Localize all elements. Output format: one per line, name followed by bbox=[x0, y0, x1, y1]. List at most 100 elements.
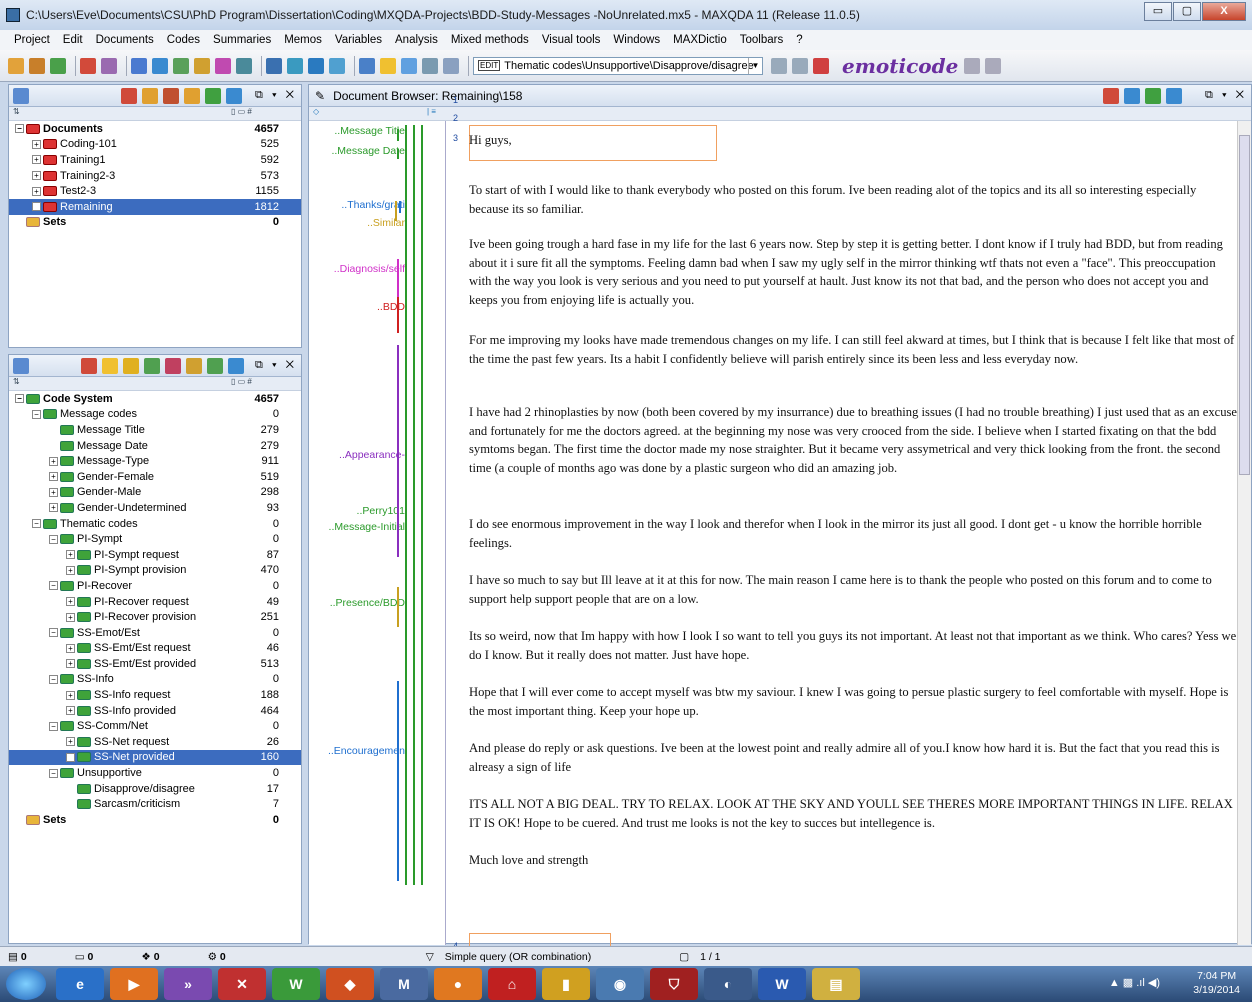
coding-stripe[interactable] bbox=[395, 201, 397, 221]
tree-item[interactable]: + PI-Sympt provision 470 bbox=[9, 563, 301, 579]
grid-icon[interactable] bbox=[266, 57, 282, 74]
tree-item[interactable]: − PI-Recover 0 bbox=[9, 578, 301, 594]
menu-memos[interactable]: Memos bbox=[284, 34, 322, 46]
margin-code-label[interactable]: ..Similar bbox=[367, 217, 405, 229]
tree-item[interactable]: + SS-Emt/Est request 46 bbox=[9, 641, 301, 657]
collapse-icon[interactable]: − bbox=[49, 768, 58, 778]
tree-item[interactable]: − SS-Emot/Est 0 bbox=[9, 625, 301, 641]
explorer-icon[interactable]: ▤ bbox=[812, 968, 860, 1000]
flame-icon[interactable]: ◆ bbox=[326, 968, 374, 1000]
expand-icon[interactable]: + bbox=[32, 171, 41, 181]
collapse-icon[interactable]: − bbox=[49, 674, 58, 684]
import-doc-icon[interactable] bbox=[163, 87, 179, 104]
lock-icon[interactable]: ◉ bbox=[596, 968, 644, 1000]
collapse-icon[interactable]: − bbox=[32, 519, 41, 529]
close-button[interactable]: X bbox=[1202, 2, 1246, 21]
tree-item[interactable]: + SS-Info request 188 bbox=[9, 687, 301, 703]
tree-item[interactable]: − Code System 4657 bbox=[9, 391, 301, 407]
firefox-icon[interactable]: ● bbox=[434, 968, 482, 1000]
expand-icon[interactable]: + bbox=[32, 202, 41, 212]
clock[interactable]: 7:04 PM 3/19/2014 bbox=[1193, 969, 1240, 997]
collapse-icon[interactable]: − bbox=[49, 581, 58, 591]
window-icon[interactable] bbox=[359, 57, 375, 74]
new-doc-icon[interactable] bbox=[142, 87, 158, 104]
menu-mixed-methods[interactable]: Mixed methods bbox=[451, 34, 529, 46]
menu-visual-tools[interactable]: Visual tools bbox=[542, 34, 601, 46]
coding-stripe[interactable] bbox=[413, 125, 415, 885]
expand-icon[interactable]: + bbox=[66, 752, 75, 762]
document-paragraph[interactable]: To start of with I would like to thank e… bbox=[469, 181, 1237, 218]
pane-controls-icon[interactable]: ⧉ ▾ ✕ bbox=[255, 89, 297, 102]
tree-item[interactable]: Sets 0 bbox=[9, 812, 301, 828]
expand-icon[interactable]: + bbox=[66, 597, 75, 607]
margin-code-label[interactable]: ..Message Title bbox=[334, 125, 405, 137]
word-green-icon[interactable]: W bbox=[272, 968, 320, 1000]
weight-icon[interactable] bbox=[964, 57, 981, 74]
tree-item[interactable]: + Training1 592 bbox=[9, 152, 301, 168]
link-icon[interactable] bbox=[401, 57, 417, 74]
coding-stripe[interactable] bbox=[397, 297, 399, 333]
tree-item[interactable]: + SS-Net provided 160 bbox=[9, 749, 301, 766]
scrollbar-thumb[interactable] bbox=[1239, 135, 1250, 475]
export-icon[interactable] bbox=[1124, 87, 1140, 104]
tree-item[interactable]: + SS-Net request 26 bbox=[9, 734, 301, 750]
tree-item[interactable]: + Training2-3 573 bbox=[9, 168, 301, 184]
tree-item[interactable]: Disapprove/disagree 17 bbox=[9, 781, 301, 797]
expand-icon[interactable]: + bbox=[66, 706, 75, 716]
code-list-icon[interactable] bbox=[144, 357, 160, 374]
globe-icon[interactable]: ◐ bbox=[704, 968, 752, 1000]
tree-item[interactable]: Sarcasm/criticism 7 bbox=[9, 796, 301, 812]
menu-variables[interactable]: Variables bbox=[335, 34, 382, 46]
tree-item[interactable]: + PI-Recover provision 251 bbox=[9, 609, 301, 625]
chart-icon[interactable] bbox=[308, 57, 324, 74]
active-code-combo[interactable]: EDIT Thematic codes\Unsupportive\Disappr… bbox=[473, 56, 763, 75]
table-icon[interactable] bbox=[236, 57, 252, 74]
code-icon[interactable] bbox=[443, 57, 459, 74]
media-icon[interactable]: ▶ bbox=[110, 968, 158, 1000]
margin-code-label[interactable]: ..Message-Initial bbox=[329, 521, 405, 533]
menu-edit[interactable]: Edit bbox=[63, 34, 83, 46]
document-paragraph[interactable]: Hope that I will ever come to accept mys… bbox=[469, 683, 1237, 720]
list-icon[interactable] bbox=[287, 57, 303, 74]
search-codes-icon[interactable] bbox=[228, 357, 244, 374]
expand-icon[interactable]: + bbox=[66, 737, 75, 747]
delete-icon[interactable] bbox=[121, 87, 137, 104]
tree-item[interactable]: Message Date 279 bbox=[9, 438, 301, 454]
expand-icon[interactable]: + bbox=[49, 487, 58, 497]
tree-item[interactable]: + SS-Info provided 464 bbox=[9, 703, 301, 719]
tree-item[interactable]: Message Title 279 bbox=[9, 422, 301, 438]
paint-icon[interactable] bbox=[101, 57, 117, 74]
folder-icon[interactable] bbox=[29, 57, 45, 74]
expand-icon[interactable]: + bbox=[32, 186, 41, 196]
menu-toolbars[interactable]: Toolbars bbox=[740, 34, 783, 46]
document-paragraph[interactable]: I have had 2 rhinoplasties by now (both … bbox=[469, 403, 1237, 477]
vertical-scrollbar[interactable] bbox=[1237, 121, 1251, 945]
coding-stripe[interactable] bbox=[397, 259, 399, 299]
coding-stripe[interactable] bbox=[399, 201, 401, 213]
expand-icon[interactable]: + bbox=[66, 643, 75, 653]
maximize-button[interactable]: ▢ bbox=[1173, 2, 1201, 21]
menu-documents[interactable]: Documents bbox=[96, 34, 154, 46]
tree-item[interactable]: + PI-Sympt request 87 bbox=[9, 547, 301, 563]
minimize-button[interactable]: ▭ bbox=[1144, 2, 1172, 21]
expand-icon[interactable]: + bbox=[66, 565, 75, 575]
tree-item[interactable]: + Gender-Female 519 bbox=[9, 469, 301, 485]
compare-icon[interactable] bbox=[329, 57, 345, 74]
code-matrix-icon[interactable] bbox=[194, 57, 210, 74]
document-paragraph[interactable]: ITS ALL NOT A BIG DEAL. TRY TO RELAX. LO… bbox=[469, 795, 1237, 832]
tree-item[interactable]: + Message-Type 911 bbox=[9, 453, 301, 469]
collapse-icon[interactable]: − bbox=[15, 124, 24, 134]
tasks-icon[interactable]: ▮ bbox=[542, 968, 590, 1000]
emoticode-logo[interactable]: emoticode bbox=[842, 54, 958, 78]
margin-code-label[interactable]: ..Appearance- bbox=[339, 449, 405, 461]
document-paragraph[interactable]: I have so much to say but Ill leave at i… bbox=[469, 571, 1237, 608]
edit-icon[interactable]: ✎ bbox=[315, 89, 325, 103]
document-paragraph[interactable]: Much love and strength bbox=[469, 851, 1237, 870]
prev-code-icon[interactable] bbox=[771, 57, 787, 74]
pdf-icon[interactable]: ⌂ bbox=[488, 968, 536, 1000]
menu-windows[interactable]: Windows bbox=[613, 34, 660, 46]
margin-code-label[interactable]: ..Presence/BDD bbox=[330, 597, 405, 609]
tree-item[interactable]: − PI-Sympt 0 bbox=[9, 531, 301, 547]
tree-item[interactable]: − Message codes 0 bbox=[9, 407, 301, 423]
expand-icon[interactable]: + bbox=[66, 659, 75, 669]
